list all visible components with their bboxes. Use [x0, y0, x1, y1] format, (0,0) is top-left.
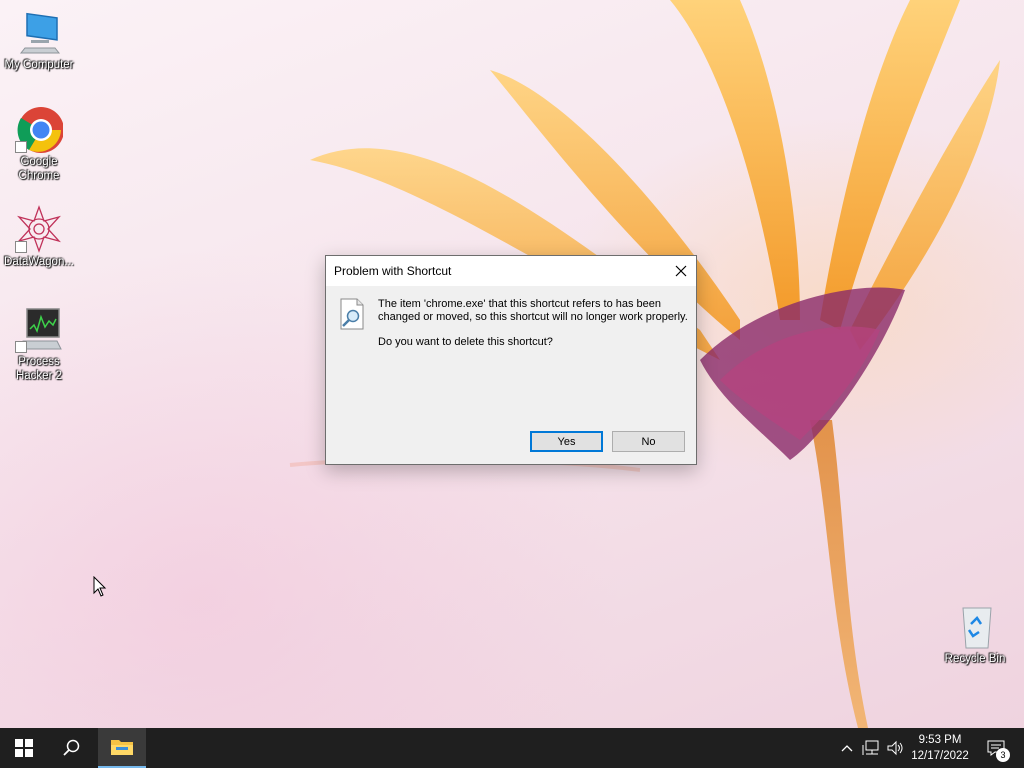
- dialog-message: The item 'chrome.exe' that this shortcut…: [378, 298, 688, 323]
- dialog-title: Problem with Shortcut: [334, 264, 452, 278]
- desktop-icon-label: Google Chrome: [18, 156, 60, 182]
- dialog-titlebar[interactable]: Problem with Shortcut: [326, 256, 696, 286]
- start-button[interactable]: [0, 728, 48, 768]
- desktop-icon-my-computer[interactable]: My Computer: [1, 8, 77, 72]
- dialog-body: The item 'chrome.exe' that this shortcut…: [326, 286, 696, 464]
- desktop-icon-google-chrome[interactable]: Google Chrome: [1, 105, 77, 183]
- desktop: My Computer Google Chrome DataWagon... P…: [0, 0, 1024, 728]
- computer-icon: [15, 8, 63, 56]
- close-icon: [675, 265, 687, 277]
- desktop-icon-label: Process Hacker 2: [15, 356, 63, 382]
- speaker-icon: [887, 740, 903, 756]
- desktop-icon-label: Recycle Bin: [944, 653, 1006, 665]
- close-button[interactable]: [666, 256, 696, 286]
- dialog-question: Do you want to delete this shortcut?: [378, 336, 553, 348]
- volume-tray-button[interactable]: [884, 728, 906, 768]
- search-button[interactable]: [48, 728, 96, 768]
- desktop-icon-datawagon[interactable]: DataWagon...: [1, 205, 77, 269]
- shortcut-arrow-icon: [15, 241, 27, 253]
- problem-with-shortcut-dialog: Problem with Shortcut The item 'chrome.e…: [325, 255, 697, 465]
- desktop-icon-label: My Computer: [4, 59, 74, 71]
- chevron-up-icon: [841, 745, 853, 752]
- chrome-icon: [15, 105, 64, 153]
- recycle-bin-icon: [951, 602, 999, 650]
- desktop-icon-label: DataWagon...: [4, 256, 74, 268]
- datawagon-icon: [15, 205, 63, 253]
- desktop-icon-process-hacker[interactable]: Process Hacker 2: [1, 305, 77, 383]
- search-icon: [63, 739, 80, 756]
- file-explorer-taskbar-button[interactable]: [98, 728, 146, 768]
- show-hidden-icons-button[interactable]: [838, 728, 856, 768]
- windows-logo-icon: [15, 739, 33, 757]
- no-button[interactable]: No: [612, 431, 685, 452]
- folder-icon: [111, 740, 133, 755]
- clock-date: 12/17/2022: [911, 750, 969, 762]
- mouse-cursor-icon: [93, 576, 107, 597]
- clock-time: 9:53 PM: [918, 734, 962, 746]
- taskbar: 9:53 PM 12/17/2022 3: [0, 728, 1024, 768]
- missing-shortcut-icon: [340, 298, 364, 330]
- desktop-icon-recycle-bin[interactable]: Recycle Bin: [937, 602, 1013, 666]
- action-center-button[interactable]: 3: [976, 728, 1016, 768]
- notification-count-badge: 3: [996, 748, 1010, 762]
- network-icon: [862, 740, 879, 755]
- shortcut-arrow-icon: [15, 141, 27, 153]
- process-hacker-icon: [15, 305, 63, 353]
- yes-button[interactable]: Yes: [530, 431, 603, 452]
- shortcut-arrow-icon: [15, 341, 27, 353]
- clock-button[interactable]: 9:53 PM 12/17/2022: [906, 728, 974, 768]
- network-tray-button[interactable]: [860, 728, 882, 768]
